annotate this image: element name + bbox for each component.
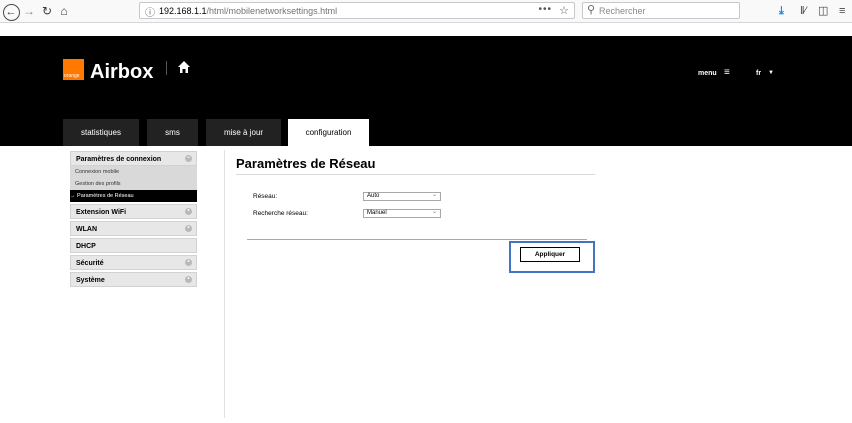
header-divider: [166, 61, 167, 75]
library-icon[interactable]: ‖⁄: [800, 0, 806, 22]
sidebar-icon[interactable]: ◫: [818, 0, 828, 22]
logo-text: orange: [64, 73, 80, 79]
sidebar-section-extension-wifi[interactable]: Extension WiFi •: [70, 204, 197, 219]
info-icon[interactable]: ⓘ: [145, 4, 155, 19]
language-selector[interactable]: fr: [756, 70, 761, 77]
sidebar: Paramètres de connexion − Connexion mobi…: [70, 151, 197, 289]
recherche-reseau-select-value: Manuel: [367, 210, 387, 216]
sidebar-section-parametres-connexion[interactable]: Paramètres de connexion −: [70, 151, 197, 166]
sidebar-item-gestion-profils[interactable]: Gestion des profils: [70, 178, 197, 190]
sidebar-section-systeme[interactable]: Système •: [70, 272, 197, 287]
recherche-reseau-label: Recherche réseau:: [253, 210, 308, 217]
content-divider: [224, 150, 225, 418]
url-path: /html/mobilenetworksettings.html: [206, 6, 338, 16]
menu-label[interactable]: menu: [698, 70, 717, 77]
sidebar-section-label: Sécurité: [76, 260, 104, 267]
search-bar[interactable]: ⚲ Rechercher: [582, 2, 740, 19]
sidebar-section-label: DHCP: [76, 243, 96, 250]
sidebar-section-dhcp[interactable]: DHCP: [70, 238, 197, 253]
tab-sms[interactable]: sms: [147, 119, 198, 146]
download-icon[interactable]: ⤓: [779, 0, 784, 22]
search-icon: ⚲: [587, 4, 596, 16]
collapse-icon[interactable]: −: [185, 155, 192, 162]
expand-icon[interactable]: •: [185, 259, 192, 266]
reseau-label: Réseau:: [253, 193, 278, 200]
home-icon[interactable]: [177, 60, 191, 74]
reseau-select-value: Auto: [367, 193, 380, 199]
expand-icon[interactable]: •: [185, 276, 192, 283]
tab-statistiques[interactable]: statistiques: [63, 119, 139, 146]
sidebar-section-label: WLAN: [76, 226, 97, 233]
chevron-down-icon: ⌄: [431, 209, 437, 215]
sidebar-item-connexion-mobile[interactable]: Connexion mobile: [70, 166, 197, 178]
expand-icon[interactable]: •: [185, 208, 192, 215]
recherche-reseau-select[interactable]: Manuel ⌄: [363, 209, 441, 218]
form-divider: [247, 239, 587, 240]
forward-button[interactable]: →: [22, 0, 36, 22]
page-actions-icon[interactable]: •••: [538, 4, 552, 15]
apply-button[interactable]: Appliquer: [520, 247, 580, 262]
chevron-down-icon: ⌄: [431, 192, 437, 198]
back-arrow-icon: ←: [2, 4, 20, 21]
sidebar-section-label: Extension WiFi: [76, 209, 127, 216]
search-placeholder: Rechercher: [599, 6, 646, 16]
page-title: Paramètres de Réseau: [236, 156, 376, 171]
sidebar-section-label: Paramètres de connexion: [76, 156, 162, 163]
url-host: 192.168.1.1: [159, 6, 207, 16]
reseau-select[interactable]: Auto ⌄: [363, 192, 441, 201]
sidebar-item-parametres-reseau[interactable]: → Paramètres de Réseau: [70, 190, 197, 202]
title-divider: [236, 174, 595, 175]
back-button[interactable]: ←: [1, 0, 21, 22]
sidebar-section-label: Système: [76, 277, 105, 284]
orange-logo[interactable]: orange: [63, 59, 84, 80]
menu-icon[interactable]: ≡: [724, 67, 730, 78]
site-header: orange Airbox menu ≡ fr ▼ statistiques s…: [0, 36, 852, 146]
sidebar-subgroup: Connexion mobile Gestion des profils → P…: [70, 166, 197, 202]
expand-icon[interactable]: •: [185, 225, 192, 232]
home-button[interactable]: ⌂: [57, 0, 71, 22]
browser-toolbar: ← → ↻ ⌂ ⓘ 192.168.1.1/html/mobilenetwork…: [0, 0, 852, 23]
bookmark-star-icon[interactable]: ☆: [559, 4, 569, 17]
tab-mise-a-jour[interactable]: mise à jour: [206, 119, 281, 146]
brand-title: Airbox: [90, 61, 154, 83]
sidebar-section-securite[interactable]: Sécurité •: [70, 255, 197, 270]
chevron-down-icon[interactable]: ▼: [768, 70, 774, 76]
url-text: 192.168.1.1/html/mobilenetworksettings.h…: [159, 6, 337, 16]
sidebar-section-wlan[interactable]: WLAN •: [70, 221, 197, 236]
reload-button[interactable]: ↻: [40, 0, 54, 22]
hamburger-menu-icon[interactable]: ≡: [839, 0, 845, 22]
tab-configuration[interactable]: configuration: [288, 119, 369, 146]
address-bar[interactable]: ⓘ 192.168.1.1/html/mobilenetworksettings…: [139, 2, 575, 19]
